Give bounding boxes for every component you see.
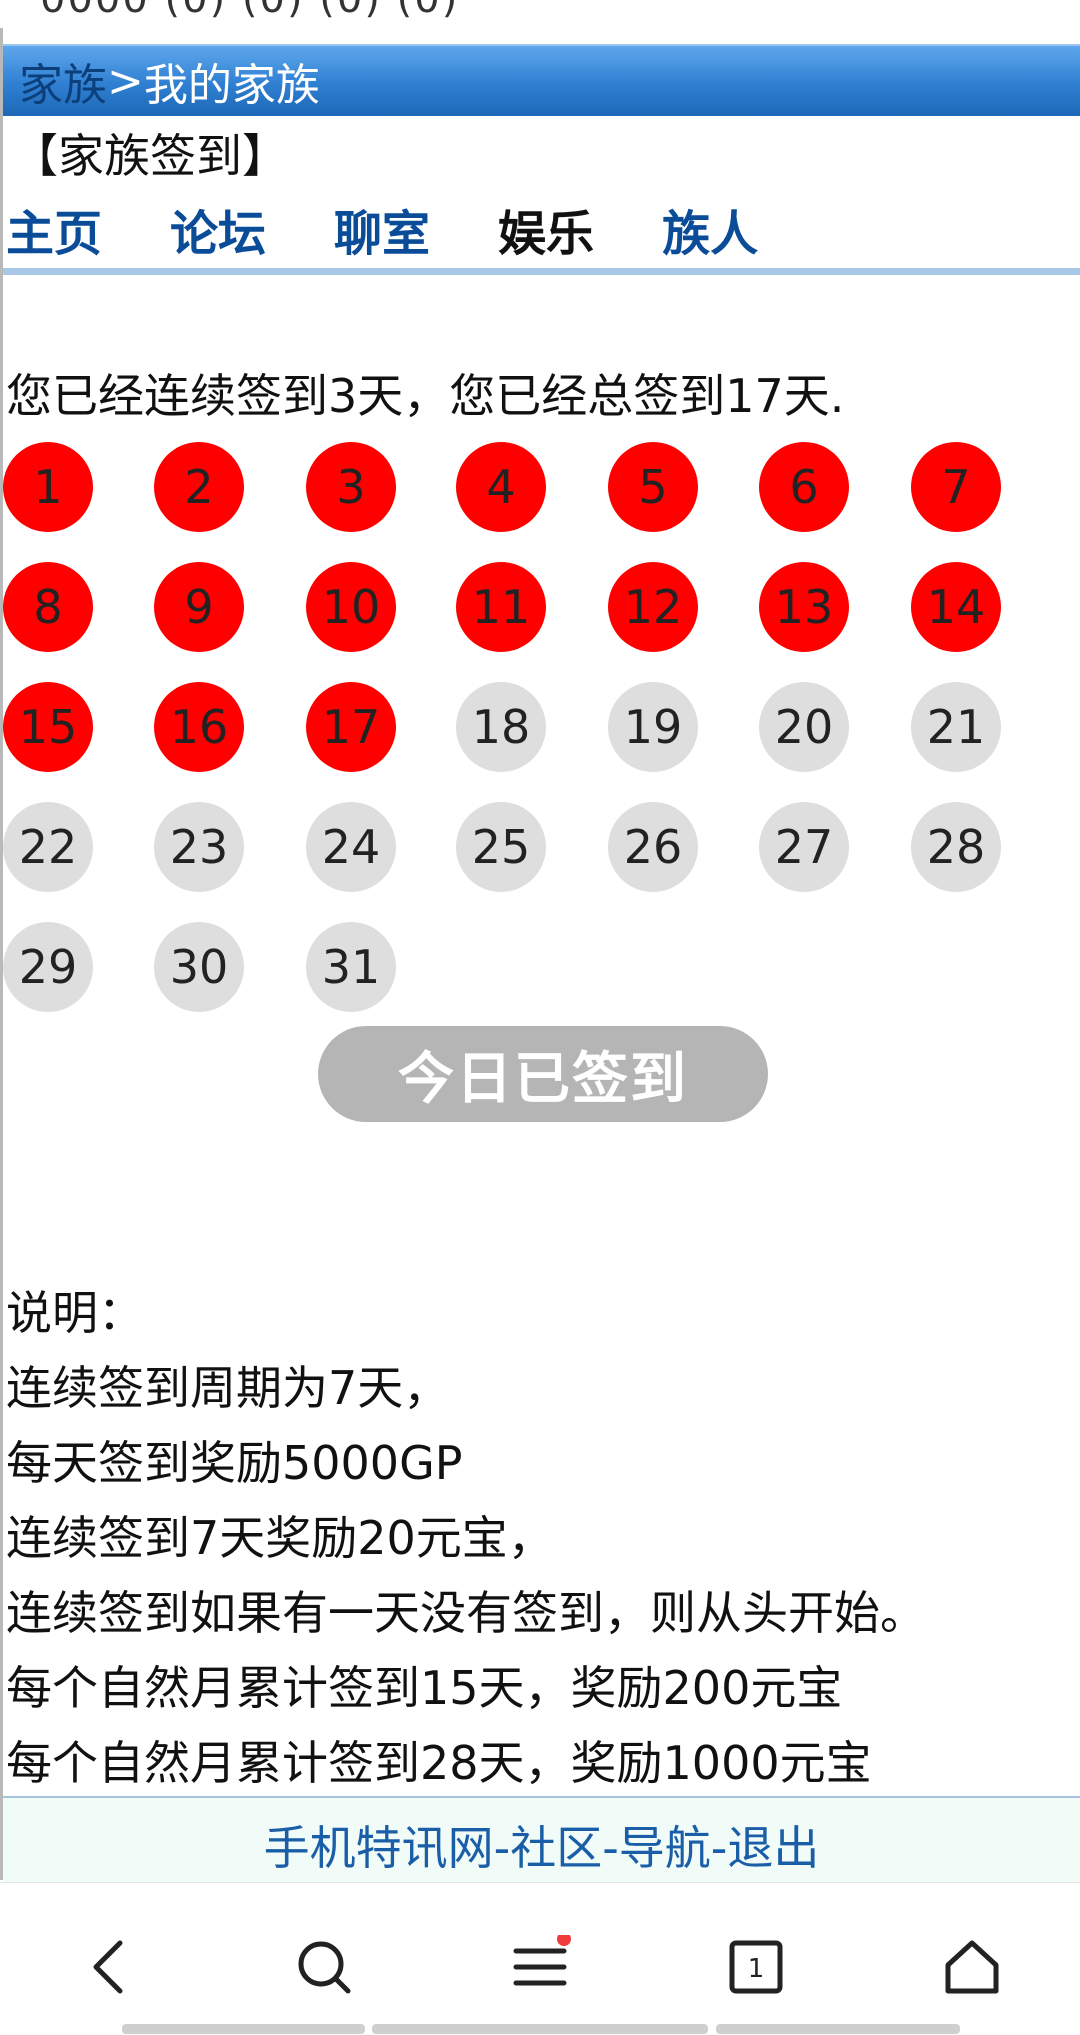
rule-line: 说明： <box>6 1286 144 1340</box>
calendar-day-27: 27 <box>759 802 849 892</box>
calendar-day-3: 3 <box>306 442 396 532</box>
calendar-day-29: 29 <box>3 922 93 1012</box>
breadcrumb-link-family[interactable]: 家族 <box>19 49 107 113</box>
rule-line: 每天签到奖励5000GP <box>6 1436 463 1490</box>
nav-entertainment: 娱乐 <box>498 206 595 262</box>
home-icon[interactable] <box>940 1935 1004 1999</box>
calendar-day-21: 21 <box>911 682 1001 772</box>
calendar-day-7: 7 <box>911 442 1001 532</box>
calendar-day-11: 11 <box>456 562 546 652</box>
nav-members[interactable]: 族人 <box>662 194 758 264</box>
calendar-day-31: 31 <box>306 922 396 1012</box>
footer-links[interactable]: 手机特讯网-社区-导航-退出 <box>3 1812 1080 1878</box>
rule-line: 每个自然月累计签到15天，奖励200元宝 <box>6 1661 843 1715</box>
tabs-icon[interactable]: 1 <box>724 1935 788 1999</box>
nav-divider <box>3 268 1080 275</box>
calendar-day-14: 14 <box>911 562 1001 652</box>
nav-home[interactable]: 主页 <box>6 194 102 264</box>
calendar-day-9: 9 <box>154 562 244 652</box>
rule-line: 连续签到7天奖励20元宝， <box>6 1511 554 1565</box>
gesture-bar-center <box>372 2024 708 2034</box>
breadcrumb: 家族 > 我的家族 <box>3 44 1080 116</box>
calendar-day-30: 30 <box>154 922 244 1012</box>
calendar-day-18: 18 <box>456 682 546 772</box>
calendar-day-28: 28 <box>911 802 1001 892</box>
calendar-day-10: 10 <box>306 562 396 652</box>
breadcrumb-current: 我的家族 <box>143 60 320 111</box>
nav-forum[interactable]: 论坛 <box>170 194 266 264</box>
rule-line: 连续签到周期为7天， <box>6 1361 450 1415</box>
menu-icon[interactable] <box>508 1935 572 1999</box>
checkin-summary: 您已经连续签到3天，您已经总签到17天. <box>6 369 845 423</box>
calendar-day-16: 16 <box>154 682 244 772</box>
search-icon[interactable] <box>292 1935 356 1999</box>
family-nav: 主页 论坛 聊室 娱乐 族人 <box>6 194 826 264</box>
calendar-day-8: 8 <box>3 562 93 652</box>
calendar-day-17: 17 <box>306 682 396 772</box>
checkin-rules: 说明： 连续签到周期为7天， 每天签到奖励5000GP 连续签到7天奖励20元宝， 连续… <box>6 1276 926 1801</box>
calendar-day-20: 20 <box>759 682 849 772</box>
calendar-day-2: 2 <box>154 442 244 532</box>
gesture-bar-left <box>122 2024 365 2034</box>
checked-in-today-button[interactable]: 今日已签到 <box>318 1026 768 1122</box>
calendar-day-26: 26 <box>608 802 698 892</box>
footer: 手机特讯网-社区-导航-退出 VIP(0) 空间(0) 家园(0) 微博(0) <box>3 1796 1080 1884</box>
back-icon[interactable] <box>76 1935 140 1999</box>
browser-bottom-bar: 1 <box>0 1882 1080 2035</box>
top-clipped-label: 0000 (0) (0) (0) (0) <box>40 0 459 22</box>
svg-text:1: 1 <box>748 1954 765 1984</box>
calendar-day-19: 19 <box>608 682 698 772</box>
section-title: 【家族签到】 <box>12 129 288 183</box>
calendar-day-25: 25 <box>456 802 546 892</box>
calendar-day-12: 12 <box>608 562 698 652</box>
calendar-day-22: 22 <box>3 802 93 892</box>
calendar-day-23: 23 <box>154 802 244 892</box>
top-clipped-text: 0000 (0) (0) (0) (0) <box>0 0 1080 28</box>
calendar-day-13: 13 <box>759 562 849 652</box>
calendar-day-6: 6 <box>759 442 849 532</box>
nav-chatroom[interactable]: 聊室 <box>334 194 430 264</box>
calendar-day-5: 5 <box>608 442 698 532</box>
calendar-day-24: 24 <box>306 802 396 892</box>
rule-line: 连续签到如果有一天没有签到，则从头开始。 <box>6 1586 926 1640</box>
breadcrumb-separator: > <box>107 55 144 107</box>
rule-line: 每个自然月累计签到28天，奖励1000元宝 <box>6 1736 872 1790</box>
gesture-bar-right <box>716 2024 960 2034</box>
calendar-day-4: 4 <box>456 442 546 532</box>
page-left-border <box>0 0 3 1880</box>
calendar-day-1: 1 <box>3 442 93 532</box>
calendar-day-15: 15 <box>3 682 93 772</box>
